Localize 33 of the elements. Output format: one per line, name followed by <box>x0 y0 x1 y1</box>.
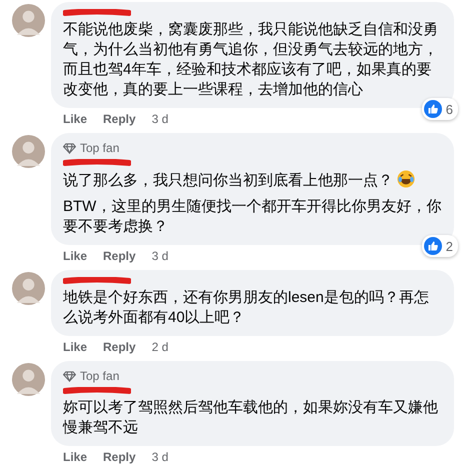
diamond-icon <box>63 142 76 154</box>
comment-text: 地铁是个好东西，还有你男朋友的lesen是包的吗？再怎么说考外面都有40以上吧？ <box>63 289 429 326</box>
redaction-mark <box>63 387 131 395</box>
comment-text: 不能说他废柴，窝囊废那些，我只能说他缺乏自信和没勇气，为什么当初他有勇气追你，但没勇气去较远的地方，而且也驾4年车，经验和技术都应该有了吧，如果真的要改变他，真的要上一些课程，去增加他的信心 <box>63 21 438 98</box>
top-fan-label: Top fan <box>80 141 120 155</box>
redaction-mark <box>63 9 131 17</box>
comment-time[interactable]: 2 d <box>152 339 168 355</box>
reply-link[interactable]: Reply <box>103 449 136 465</box>
like-link[interactable]: Like <box>63 111 88 127</box>
reply-link[interactable]: Reply <box>103 111 136 127</box>
redaction-mark <box>63 159 131 167</box>
like-link[interactable]: Like <box>63 339 88 355</box>
reply-link[interactable]: Reply <box>103 248 136 264</box>
thumbs-up-icon <box>424 237 442 255</box>
avatar[interactable] <box>12 272 45 305</box>
comment-text: 妳可以考了驾照然后驾他车载他的，如果妳没有车又嫌他慢兼驾不远 <box>63 399 438 436</box>
top-fan-label: Top fan <box>80 369 120 383</box>
diamond-icon <box>63 370 76 382</box>
like-link[interactable]: Like <box>63 449 88 465</box>
comment-time[interactable]: 3 d <box>152 449 168 465</box>
comment-text: 说了那么多，我只想问你当初到底看上他那一点？ <box>63 172 393 189</box>
reaction-count[interactable]: 6 <box>422 98 458 120</box>
thumbs-up-icon <box>424 100 442 118</box>
avatar[interactable] <box>12 363 45 396</box>
comment-time[interactable]: 3 d <box>152 111 168 127</box>
reaction-count[interactable]: 2 <box>422 235 458 257</box>
redaction-mark <box>63 277 131 285</box>
avatar[interactable] <box>12 4 45 37</box>
comment-time[interactable]: 3 d <box>152 248 168 264</box>
comment-text: BTW，这里的男生随便找一个都开车开得比你男友好，你要不要考虑换？ <box>63 198 442 235</box>
like-link[interactable]: Like <box>63 248 88 264</box>
reply-link[interactable]: Reply <box>103 339 136 355</box>
avatar[interactable] <box>12 135 45 168</box>
